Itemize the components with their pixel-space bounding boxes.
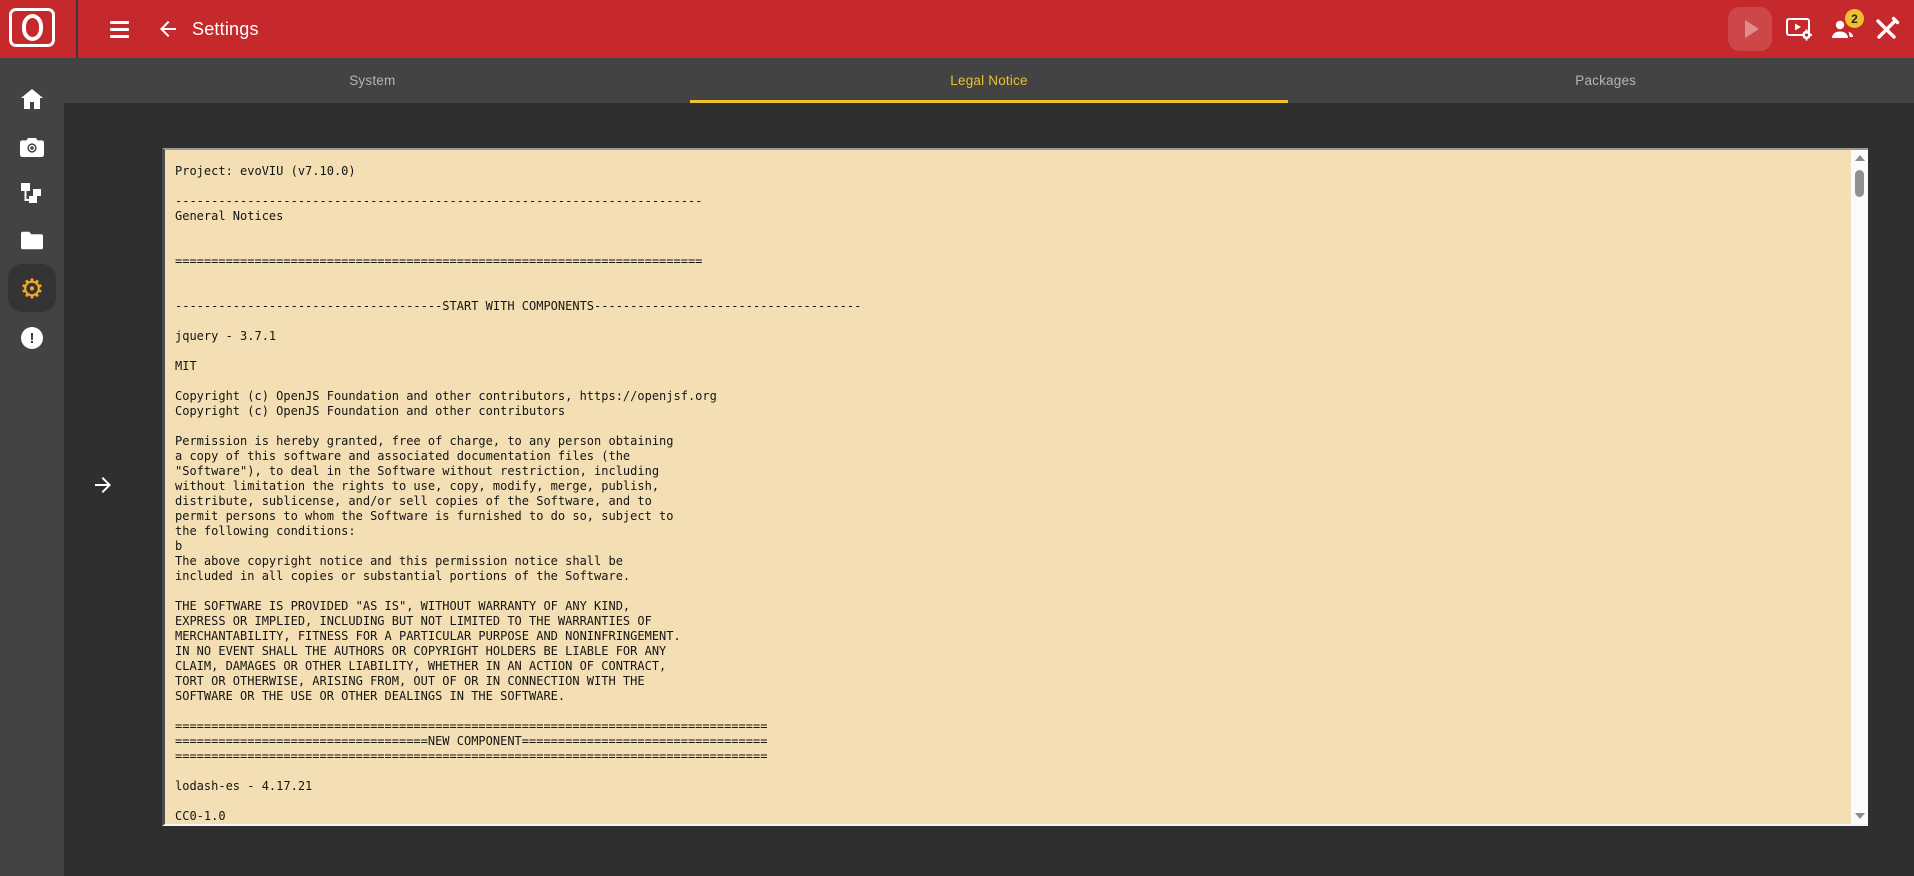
content-area: Project: evoVIU (v7.10.0) --------------… bbox=[64, 103, 1914, 876]
gear-icon: ⚙ bbox=[19, 273, 45, 304]
home-icon bbox=[21, 89, 43, 109]
camera-icon bbox=[20, 137, 44, 157]
tab-packages[interactable]: Packages bbox=[1297, 58, 1914, 103]
tab-system[interactable]: System bbox=[64, 58, 681, 103]
header-bar: Settings 2 bbox=[0, 0, 1914, 58]
notification-badge: 2 bbox=[1845, 9, 1864, 28]
sidebar-item-files[interactable] bbox=[0, 223, 64, 257]
scroll-up-button[interactable] bbox=[1851, 150, 1868, 166]
sidebar-item-home[interactable] bbox=[0, 82, 64, 116]
scrollbar[interactable] bbox=[1851, 150, 1868, 824]
tab-legal-notice-label: Legal Notice bbox=[950, 73, 1028, 88]
app-window: Settings 2 ⚙ ! System Legal Notice Packa… bbox=[0, 0, 1914, 876]
sidebar: ⚙ ! bbox=[0, 58, 64, 876]
video-settings-button[interactable] bbox=[1782, 7, 1816, 51]
sidebar-item-alerts[interactable]: ! bbox=[0, 321, 64, 355]
tab-system-label: System bbox=[349, 73, 396, 88]
play-button[interactable] bbox=[1728, 7, 1772, 51]
logo-icon bbox=[9, 8, 55, 47]
sidebar-item-workflow[interactable] bbox=[0, 176, 64, 210]
service-button[interactable] bbox=[1870, 7, 1904, 51]
video-settings-icon bbox=[1786, 18, 1813, 41]
app-logo bbox=[0, 0, 78, 58]
legal-notice-textarea[interactable]: Project: evoVIU (v7.10.0) --------------… bbox=[162, 148, 1868, 826]
scroll-up-icon bbox=[1854, 155, 1865, 161]
play-icon bbox=[1744, 20, 1759, 38]
legal-notice-text: Project: evoVIU (v7.10.0) --------------… bbox=[175, 164, 862, 823]
scroll-down-button[interactable] bbox=[1851, 808, 1868, 824]
arrow-right-icon bbox=[95, 477, 111, 493]
tab-packages-label: Packages bbox=[1575, 73, 1637, 88]
back-button[interactable] bbox=[152, 13, 184, 45]
page-title: Settings bbox=[192, 18, 259, 39]
drawer-expand-button[interactable] bbox=[88, 470, 118, 500]
alert-icon: ! bbox=[21, 327, 43, 349]
sidebar-item-settings[interactable]: ⚙ bbox=[0, 272, 64, 306]
service-tools-icon bbox=[1876, 16, 1900, 39]
header-actions: 2 bbox=[1728, 0, 1904, 58]
workflow-icon bbox=[21, 183, 41, 203]
back-arrow-icon bbox=[160, 21, 176, 37]
menu-button[interactable] bbox=[105, 15, 133, 43]
scroll-thumb[interactable] bbox=[1855, 170, 1864, 197]
scroll-down-icon bbox=[1854, 813, 1865, 819]
sidebar-item-camera[interactable] bbox=[0, 130, 64, 164]
tab-legal-notice[interactable]: Legal Notice bbox=[681, 58, 1298, 103]
folder-icon bbox=[21, 231, 43, 249]
menu-icon bbox=[109, 20, 129, 24]
users-button[interactable]: 2 bbox=[1826, 7, 1864, 51]
tab-bar: System Legal Notice Packages bbox=[64, 58, 1914, 103]
